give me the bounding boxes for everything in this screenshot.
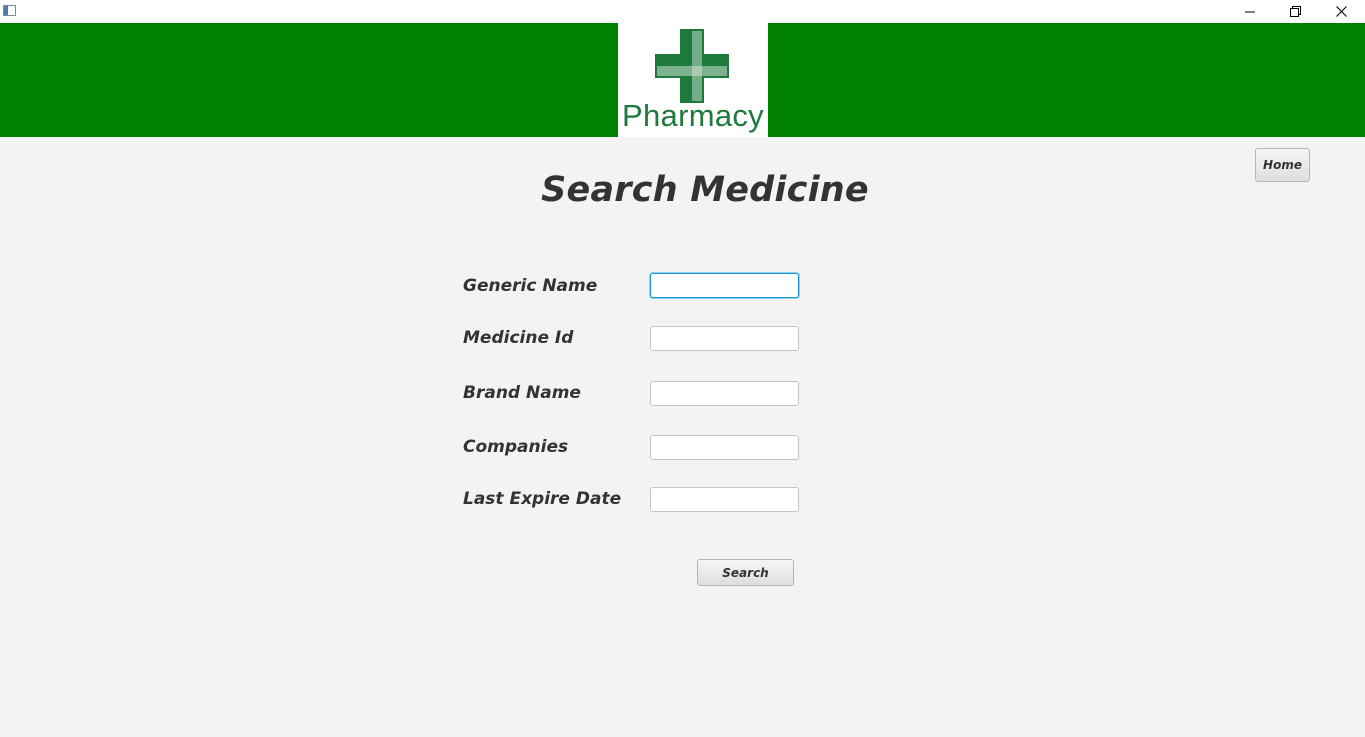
app-window: Pharmacy Home Search Medicine Generic Na… [0,0,1365,737]
header-banner: Pharmacy [0,23,1365,137]
app-icon [3,5,16,16]
medicine-id-input[interactable] [650,326,799,351]
minimize-button[interactable] [1227,0,1273,23]
minimize-icon [1245,11,1255,12]
pharmacy-logo: Pharmacy [618,23,768,137]
search-button[interactable]: Search [697,559,794,586]
last-expire-date-label: Last Expire Date [463,489,622,509]
brand-name-input[interactable] [650,381,799,406]
last-expire-date-input[interactable] [650,487,799,512]
generic-name-input[interactable] [650,273,799,298]
close-button[interactable] [1318,0,1364,23]
companies-label: Companies [463,437,569,457]
brand-name-label: Brand Name [463,383,581,403]
medicine-id-label: Medicine Id [463,328,574,348]
title-bar [0,0,1365,23]
logo-text: Pharmacy [622,98,764,133]
restore-icon [1289,6,1301,17]
restore-button[interactable] [1272,0,1318,23]
generic-name-label: Generic Name [463,276,598,296]
page-title: Search Medicine [541,170,869,210]
pharmacy-cross-icon [655,29,729,103]
companies-input[interactable] [650,435,799,460]
close-icon [1335,6,1347,17]
